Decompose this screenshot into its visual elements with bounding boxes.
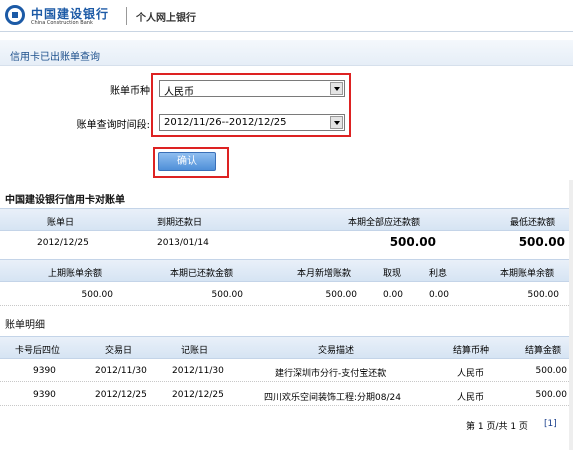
ccb-logo-icon xyxy=(5,5,25,25)
posting-date: 2012/12/25 xyxy=(172,390,224,400)
pager-status: 第 1 页/共 1 页 xyxy=(466,422,528,432)
period-label: 账单查询时间段: xyxy=(76,120,150,131)
statement-header-row-2: 上期账单余额 本期已还款金额 本月新增账款 取现 利息 本期账单余额 xyxy=(0,259,573,282)
brand-name-english: China Construction Bank xyxy=(31,20,93,26)
total-due-amount: 500.00 xyxy=(389,235,436,249)
column-header: 本期已还款金额 xyxy=(170,269,234,279)
column-header: 卡号后四位 xyxy=(15,346,61,356)
cash-advance: 0.00 xyxy=(382,290,403,300)
column-header: 最低还款额 xyxy=(510,218,556,228)
statement-title: 中国建设银行信用卡对账单 xyxy=(5,195,125,206)
new-charges: 500.00 xyxy=(325,290,358,300)
transaction-description: 建行深圳市分行-支付宝还款 xyxy=(275,369,387,379)
statement-header-row-1: 账单日 到期还款日 本期全部应还款额 最低还款额 xyxy=(0,208,573,231)
settlement-amount: 500.00 xyxy=(535,366,568,376)
column-header: 取现 xyxy=(383,269,402,279)
transaction-date: 2012/12/25 xyxy=(95,390,147,400)
highlight-box-form xyxy=(151,73,351,137)
column-header: 到期还款日 xyxy=(157,218,203,228)
settlement-currency: 人民币 xyxy=(457,393,485,403)
settlement-currency: 人民币 xyxy=(457,369,485,379)
page-title-bar: 信用卡已出账单查询 xyxy=(0,40,573,66)
column-header: 结算币种 xyxy=(453,346,490,356)
details-title: 账单明细 xyxy=(5,320,45,331)
column-header: 交易日 xyxy=(105,346,133,356)
column-header: 账单日 xyxy=(47,218,75,228)
transaction-description: 四川欢乐空间装饰工程:分期08/24 xyxy=(264,393,401,403)
table-row: 9390 2012/12/25 2012/12/25 四川欢乐空间装饰工程:分期… xyxy=(0,384,573,406)
current-balance: 500.00 xyxy=(527,290,560,300)
column-header: 上期账单余额 xyxy=(48,269,103,279)
column-header: 交易描述 xyxy=(318,346,355,356)
column-header: 本期全部应还款额 xyxy=(348,218,421,228)
interest: 0.00 xyxy=(428,290,449,300)
minimum-due-amount: 500.00 xyxy=(518,235,565,249)
column-header: 本期账单余额 xyxy=(500,269,555,279)
scrollbar[interactable] xyxy=(569,180,573,450)
statement-date: 2012/12/25 xyxy=(37,238,89,248)
statement-row-1: 2012/12/25 2013/01/14 500.00 500.00 xyxy=(0,232,573,258)
statement-row-2: 500.00 500.00 500.00 0.00 0.00 500.00 xyxy=(0,284,573,306)
posting-date: 2012/11/30 xyxy=(172,366,224,376)
column-header: 结算金额 xyxy=(525,346,562,356)
highlight-box-button xyxy=(153,147,229,178)
currency-label: 账单币种 xyxy=(110,86,150,97)
table-row: 9390 2012/11/30 2012/11/30 建行深圳市分行-支付宝还款… xyxy=(0,360,573,382)
column-header: 利息 xyxy=(429,269,448,279)
details-header-row: 卡号后四位 交易日 记账日 交易描述 结算币种 结算金额 xyxy=(0,336,573,359)
page-title: 信用卡已出账单查询 xyxy=(10,52,100,63)
column-header: 记账日 xyxy=(181,346,209,356)
transaction-date: 2012/11/30 xyxy=(95,366,147,376)
app-header: 中国建设银行 China Construction Bank 个人网上银行 xyxy=(0,0,573,32)
header-divider xyxy=(126,7,127,25)
column-header: 本月新增账款 xyxy=(297,269,352,279)
previous-balance: 500.00 xyxy=(81,290,114,300)
due-date: 2013/01/14 xyxy=(157,238,209,248)
header-subtitle: 个人网上银行 xyxy=(136,13,196,24)
card-last-four: 9390 xyxy=(33,390,56,400)
settlement-amount: 500.00 xyxy=(535,390,568,400)
card-last-four: 9390 xyxy=(33,366,56,376)
pager-page-link[interactable]: [1] xyxy=(544,419,557,429)
repaid-amount: 500.00 xyxy=(211,290,244,300)
